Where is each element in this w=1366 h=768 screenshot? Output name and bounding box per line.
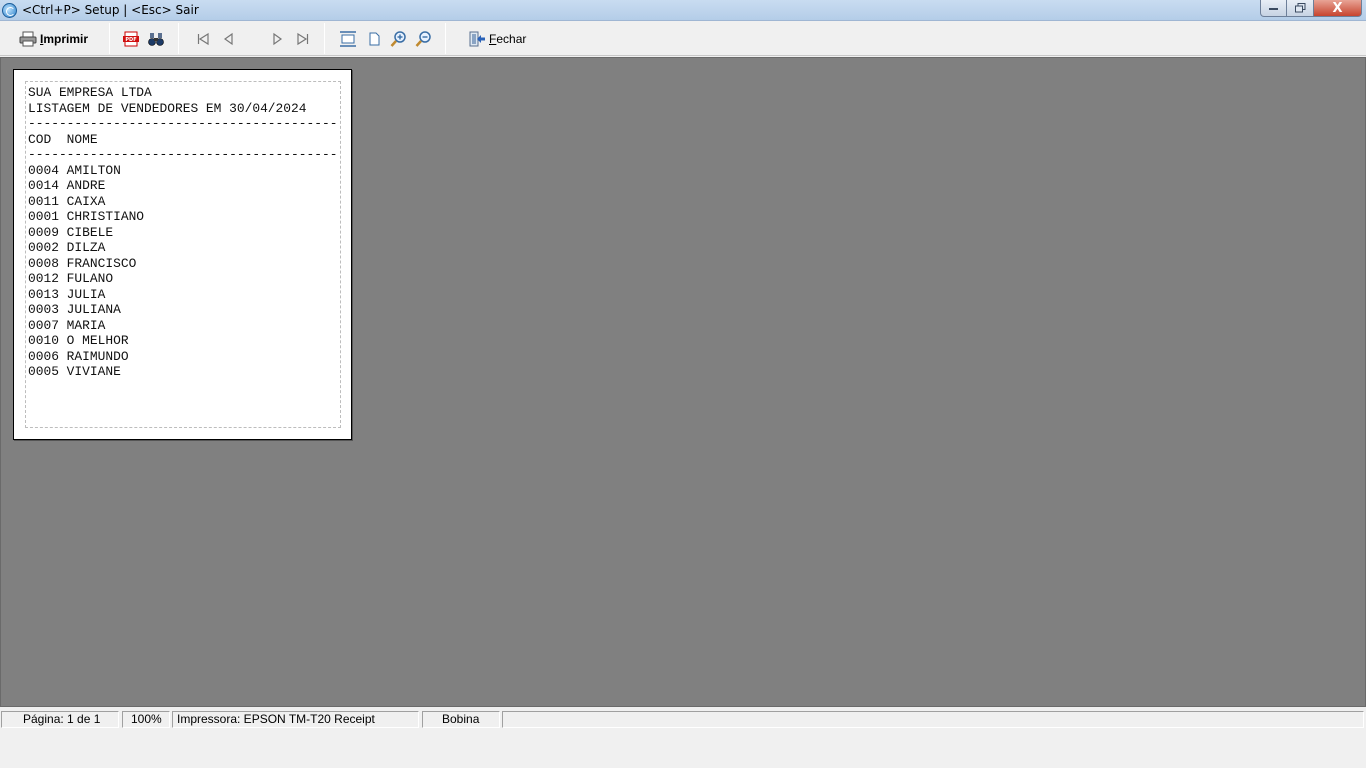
page-width-icon xyxy=(340,31,356,47)
report-line: SUA EMPRESA LTDA xyxy=(28,85,152,100)
whole-page-icon xyxy=(369,32,380,46)
next-page-button[interactable] xyxy=(268,30,286,48)
status-extra xyxy=(502,711,1364,728)
report-line: 0008 FRANCISCO xyxy=(28,255,137,271)
page-width-button[interactable] xyxy=(339,30,357,48)
last-page-button[interactable] xyxy=(294,30,312,48)
zoom-out-button[interactable] xyxy=(415,30,433,48)
binoculars-icon xyxy=(148,33,164,46)
report-line: 0001 CHRISTIANO xyxy=(28,209,145,224)
status-paper: Bobina xyxy=(422,711,500,728)
minimize-icon xyxy=(1268,8,1278,10)
close-icon: X xyxy=(1332,0,1343,16)
preview-area[interactable]: SUA EMPRESA LTDA LISTAGEM DE VENDEDORES E… xyxy=(0,57,1366,707)
exit-door-icon xyxy=(469,31,485,47)
svg-text:PDF: PDF xyxy=(125,37,136,43)
last-page-icon xyxy=(297,32,309,46)
app-icon[interactable] xyxy=(2,3,17,18)
report-line: 0012 FULANO xyxy=(28,271,114,286)
report-line: 0002 DILZA xyxy=(28,240,106,255)
toolbar-separator xyxy=(324,23,325,54)
report-line: 0010 O MELHOR xyxy=(28,333,129,348)
zoom-in-icon xyxy=(390,31,406,47)
report-line: 0003 JULIANA xyxy=(28,302,121,317)
first-page-button[interactable] xyxy=(194,30,212,48)
previous-page-button[interactable] xyxy=(220,30,238,48)
report-line: 0013 JULIA xyxy=(28,286,106,302)
report-line: ---------------------------------------- xyxy=(28,147,338,162)
whole-page-button[interactable] xyxy=(365,30,383,48)
toolbar-separator xyxy=(445,23,446,54)
close-preview-label: Fechar xyxy=(489,32,527,46)
toolbar-separator xyxy=(109,23,110,54)
toolbar: Imprimir PDF Fechar xyxy=(0,21,1366,56)
report-line: 0009 CIBELE xyxy=(28,224,114,240)
window-bottom xyxy=(0,728,1366,768)
report-line: 0007 MARIA xyxy=(28,317,106,333)
report-page: SUA EMPRESA LTDA LISTAGEM DE VENDEDORES E… xyxy=(13,69,352,440)
report-line: ---------------------------------------- xyxy=(28,116,338,131)
status-page: Página: 1 de 1 xyxy=(1,711,119,728)
close-window-button[interactable]: X xyxy=(1314,0,1362,17)
report-line: 0014 ANDRE xyxy=(28,178,106,193)
title-bar: <Ctrl+P> Setup | <Esc> Sair X xyxy=(0,0,1366,21)
window-title: <Ctrl+P> Setup | <Esc> Sair xyxy=(22,3,199,17)
printer-icon xyxy=(19,31,37,47)
first-page-icon xyxy=(197,32,209,46)
print-label: Imprimir xyxy=(40,32,89,46)
minimize-button[interactable] xyxy=(1260,0,1287,17)
report-content: SUA EMPRESA LTDA LISTAGEM DE VENDEDORES E… xyxy=(28,85,337,380)
search-button[interactable] xyxy=(147,30,165,48)
close-preview-button[interactable]: Fechar xyxy=(468,27,526,51)
toolbar-separator xyxy=(178,23,179,54)
report-line: 0011 CAIXA xyxy=(28,193,106,209)
zoom-in-button[interactable] xyxy=(390,30,408,48)
print-button[interactable]: Imprimir xyxy=(19,27,88,51)
report-line: 0004 AMILTON xyxy=(28,162,121,178)
export-pdf-button[interactable]: PDF xyxy=(122,30,140,48)
restore-button[interactable] xyxy=(1287,0,1314,17)
previous-page-icon xyxy=(223,32,233,46)
zoom-out-icon xyxy=(415,31,431,47)
restore-icon xyxy=(1294,3,1305,13)
report-line: 0005 VIVIANE xyxy=(28,364,121,379)
pdf-icon: PDF xyxy=(123,31,139,47)
report-line: LISTAGEM DE VENDEDORES EM 30/04/2024 xyxy=(28,100,307,116)
status-zoom: 100% xyxy=(122,711,170,728)
status-printer: Impressora: EPSON TM-T20 Receipt xyxy=(172,711,419,728)
next-page-icon xyxy=(273,32,283,46)
report-line: 0006 RAIMUNDO xyxy=(28,348,129,364)
status-bar: Página: 1 de 1 100% Impressora: EPSON TM… xyxy=(0,708,1366,728)
report-line: COD NOME xyxy=(28,131,98,147)
